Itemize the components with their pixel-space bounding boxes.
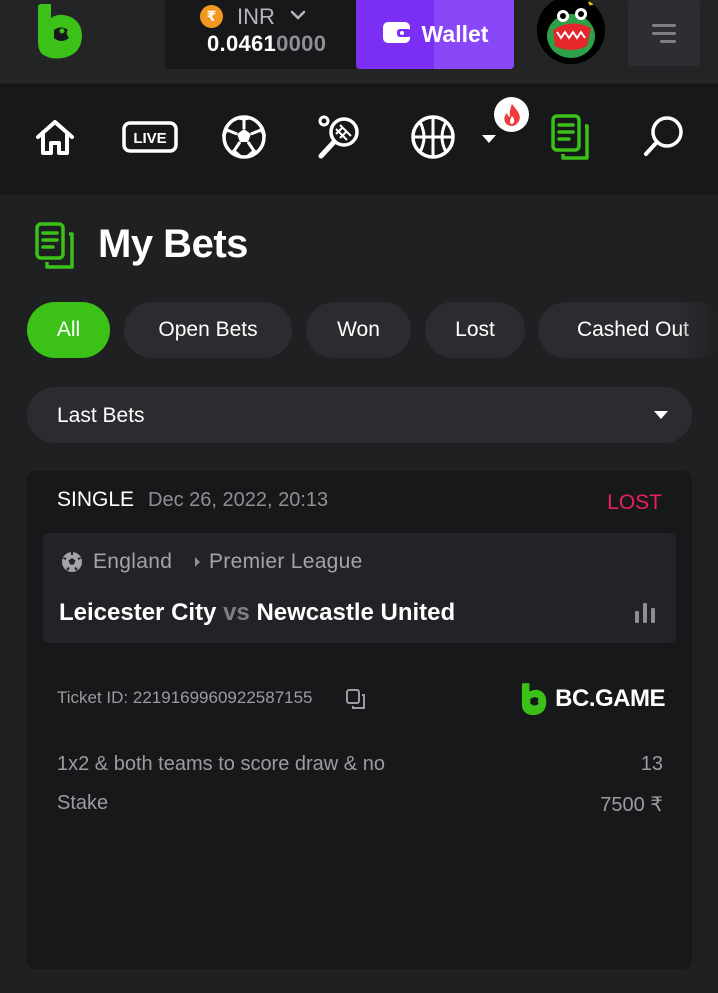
nav-my-bets[interactable] — [545, 112, 595, 162]
nav-soccer[interactable] — [219, 112, 269, 162]
page-title: My Bets — [98, 222, 248, 266]
bet-status: LOST — [607, 491, 662, 514]
bc-game-brand: BC.GAME — [521, 681, 665, 717]
market-label: 1x2 & both teams to score draw & no — [57, 753, 385, 775]
filter-lost[interactable]: Lost — [425, 302, 525, 358]
nav-tennis[interactable] — [314, 112, 364, 162]
more-sports-caret-icon[interactable] — [482, 135, 496, 143]
balance-dim-digits: 0000 — [276, 31, 327, 56]
filters-fade — [678, 302, 718, 358]
my-bets-icon — [551, 114, 589, 160]
bets-period-dropdown[interactable]: Last Bets — [27, 387, 692, 443]
nav-live[interactable]: LIVE — [122, 112, 178, 162]
home-team: Leicester City — [59, 599, 217, 626]
stats-icon[interactable] — [634, 603, 656, 623]
menu-button[interactable] — [628, 0, 700, 66]
stake-label: Stake — [57, 792, 109, 814]
market-row: 1x2 & both teams to score draw & no 13 — [57, 753, 663, 776]
search-icon — [644, 116, 683, 156]
fire-icon — [503, 103, 520, 126]
live-icon: LIVE — [122, 121, 178, 153]
my-bets-title-icon — [34, 222, 76, 270]
copy-icon[interactable] — [345, 688, 367, 710]
breadcrumb-separator-icon — [195, 557, 200, 567]
chevron-down-icon[interactable] — [289, 6, 307, 24]
sports-nav-bar: LIVE — [0, 84, 718, 195]
away-team: Newcastle United — [256, 599, 456, 626]
live-label: LIVE — [133, 130, 166, 147]
match-info[interactable]: England Premier League Leicester City vs… — [43, 533, 676, 643]
balance-amount: 0.04610000 — [207, 31, 326, 57]
match-teams: Leicester City vs Newcastle United — [59, 599, 455, 627]
wallet-button[interactable]: Wallet — [356, 0, 514, 69]
balance-main: 0.0461 — [207, 31, 277, 56]
hamburger-icon — [652, 24, 676, 43]
filter-all[interactable]: All — [27, 302, 110, 358]
dropdown-selected: Last Bets — [57, 404, 145, 427]
home-icon — [36, 120, 74, 155]
hot-badge[interactable] — [494, 97, 529, 132]
wallet-icon — [382, 19, 412, 51]
basketball-icon — [411, 115, 455, 159]
ticket-id: Ticket ID: 2219169960922587155 — [57, 688, 313, 707]
nav-search[interactable] — [638, 112, 688, 162]
filter-open-bets[interactable]: Open Bets — [124, 302, 292, 358]
vs-label: vs — [223, 599, 250, 626]
stake-value: 7500 ₹ — [600, 794, 663, 816]
odds-value: 13 — [640, 753, 663, 775]
nav-basketball[interactable] — [408, 112, 458, 162]
bc-game-logo-icon[interactable] — [36, 2, 84, 60]
bc-game-logo-icon — [521, 683, 547, 716]
bet-date: Dec 26, 2022, 20:13 — [148, 489, 329, 511]
brand-text: BC.GAME — [555, 685, 665, 712]
league-name: Premier League — [209, 550, 363, 573]
wallet-label: Wallet — [421, 21, 489, 47]
top-bar: ₹ INR 0.04610000 Wallet — [0, 0, 718, 82]
bet-card[interactable]: SINGLE Dec 26, 2022, 20:13 LOST England … — [27, 471, 692, 969]
stake-row: Stake 7500 ₹ — [57, 792, 663, 816]
bet-filter-tabs: All Open Bets Won Lost Cashed Out — [27, 302, 718, 358]
filter-won[interactable]: Won — [306, 302, 411, 358]
balance-selector[interactable]: ₹ INR 0.04610000 — [165, 0, 356, 69]
soccer-ball-icon — [61, 551, 83, 573]
nav-home[interactable] — [30, 112, 80, 162]
soccer-ball-icon — [221, 115, 267, 159]
bet-type: SINGLE — [57, 488, 135, 511]
currency-label: INR — [237, 4, 275, 29]
tennis-racket-icon — [318, 115, 359, 159]
rupee-coin-icon: ₹ — [200, 5, 223, 28]
avatar[interactable] — [537, 0, 605, 64]
league-country: England — [93, 550, 173, 573]
caret-down-icon — [654, 411, 668, 419]
